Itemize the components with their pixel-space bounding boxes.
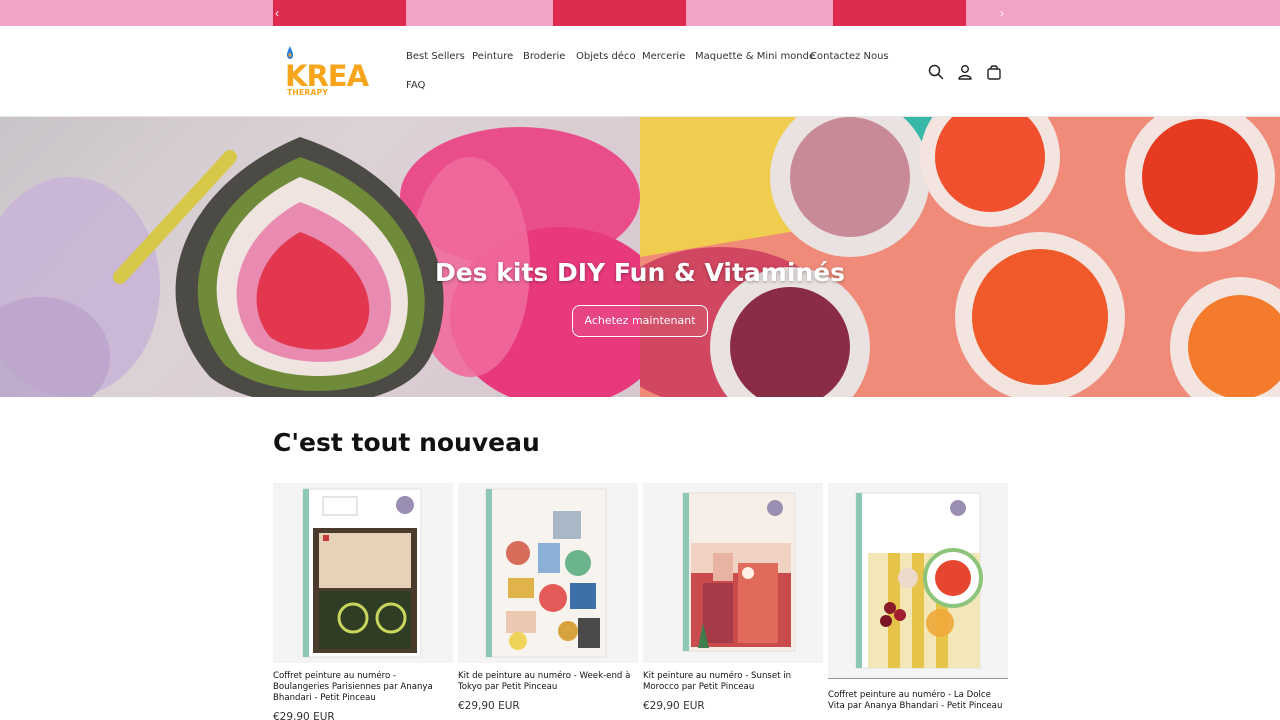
product-image[interactable] bbox=[273, 483, 453, 663]
nav-faq[interactable]: FAQ bbox=[406, 80, 425, 91]
nav-best-sellers[interactable]: Best Sellers bbox=[406, 51, 465, 62]
announcement-slide bbox=[686, 0, 833, 26]
svg-text:THERAPY: THERAPY bbox=[287, 88, 328, 97]
product-title[interactable]: Kit peinture au numéro - Sunset in Moroc… bbox=[643, 671, 821, 693]
product-title[interactable]: Kit de peinture au numéro - Week-end à T… bbox=[458, 671, 636, 693]
product-image[interactable] bbox=[828, 483, 1008, 679]
cart-icon[interactable] bbox=[985, 63, 1003, 81]
nav-contactez-nous[interactable]: Contactez Nous bbox=[810, 51, 889, 62]
product-price: €29,90 EUR bbox=[273, 711, 335, 720]
announcement-slide bbox=[553, 0, 686, 26]
hero-title: Des kits DIY Fun & Vitaminés bbox=[434, 258, 846, 287]
krea-therapy-logo[interactable]: KREA THERAPY bbox=[283, 43, 371, 101]
chevron-right-icon[interactable]: › bbox=[995, 4, 1009, 22]
product-image[interactable] bbox=[643, 483, 823, 663]
nav-mercerie[interactable]: Mercerie bbox=[642, 51, 685, 62]
product-title[interactable]: Coffret peinture au numéro - Boulangerie… bbox=[273, 671, 451, 704]
product-price: €29,90 EUR bbox=[458, 700, 520, 712]
nav-maquette-mini-monde[interactable]: Maquette & Mini monde bbox=[695, 51, 815, 62]
nav-objets-deco[interactable]: Objets déco bbox=[576, 51, 636, 62]
product-price: €29,90 EUR bbox=[643, 700, 705, 712]
announcement-slide bbox=[273, 0, 406, 26]
search-icon[interactable] bbox=[927, 63, 945, 81]
product-image[interactable] bbox=[458, 483, 638, 663]
announcement-bar: ‹ › bbox=[0, 0, 1280, 26]
hero-banner: Des kits DIY Fun & Vitaminés Achetez mai… bbox=[0, 117, 1280, 397]
nav-peinture[interactable]: Peinture bbox=[472, 51, 513, 62]
site-header: KREA THERAPY Best Sellers Peinture Brode… bbox=[0, 26, 1280, 117]
account-icon[interactable] bbox=[956, 63, 974, 81]
section-title: C'est tout nouveau bbox=[273, 428, 540, 457]
hero-image-paint-pots bbox=[640, 117, 1280, 397]
announcement-slide bbox=[406, 0, 553, 26]
product-title[interactable]: Coffret peinture au numéro - La Dolce Vi… bbox=[828, 690, 1006, 712]
logo-graphic: KREA THERAPY bbox=[285, 46, 371, 97]
nav-broderie[interactable]: Broderie bbox=[523, 51, 565, 62]
chevron-left-icon[interactable]: ‹ bbox=[270, 4, 284, 22]
announcement-slide bbox=[833, 0, 966, 26]
hero-image-beadwork bbox=[0, 117, 640, 397]
shop-now-button[interactable]: Achetez maintenant bbox=[572, 305, 708, 337]
